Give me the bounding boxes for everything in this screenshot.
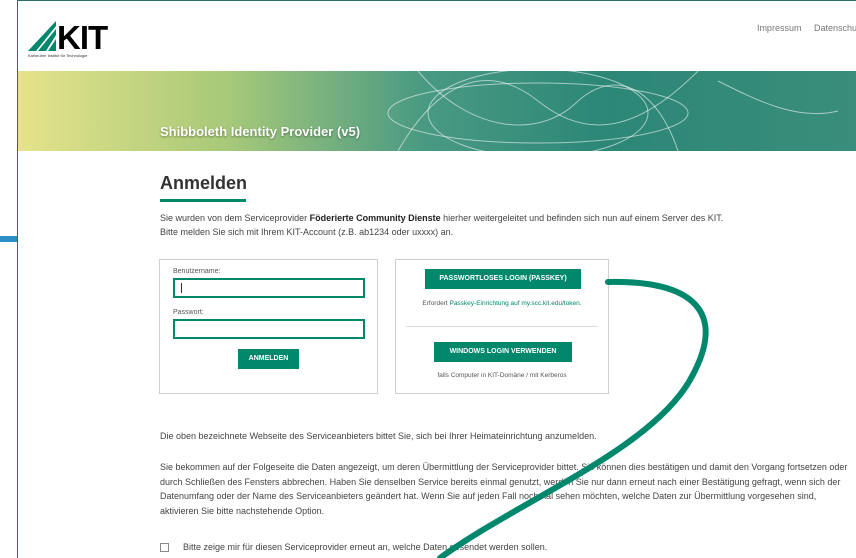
top-links: Impressum Datenschutz: [747, 23, 856, 33]
info-paragraph-1: Die oben bezeichnete Webseite des Servic…: [160, 431, 597, 441]
kit-logo[interactable]: KIT Karlsruher Institut für Technologie: [28, 15, 138, 59]
intro-prefix: Sie wurden von dem Serviceprovider: [160, 213, 310, 223]
banner: Shibboleth Identity Provider (v5): [18, 71, 856, 151]
username-label: Benutzername:: [173, 268, 221, 275]
info-paragraph-2: Sie bekommen auf der Folgeseite die Date…: [160, 462, 848, 516]
alternative-login: PASSWORTLOSES LOGIN (PASSKEY) Erfordert …: [395, 259, 609, 394]
passkey-note-suffix: .: [579, 300, 582, 307]
banner-title: Shibboleth Identity Provider (v5): [160, 124, 361, 139]
windows-login-button[interactable]: WINDOWS LOGIN VERWENDEN: [434, 342, 572, 362]
intro-suffix: hierher weitergeleitet und befinden sich…: [440, 213, 724, 223]
banner-ornament-icon: [387, 71, 839, 151]
consent-checkbox[interactable]: [160, 543, 169, 553]
passkey-note: Erfordert Passkey-Einrichtung auf my.scc…: [396, 300, 608, 307]
password-field[interactable]: [173, 319, 365, 339]
passkey-setup-link[interactable]: Passkey-Einrichtung auf my.scc.kit.edu/t…: [449, 300, 579, 307]
login-form: Benutzername: Passwort: ANMELDEN: [159, 259, 378, 394]
logo-text: KIT: [57, 19, 108, 56]
title-underline: [160, 199, 246, 202]
windows-note: falls Computer in KIT-Domäne / mit Kerbe…: [437, 372, 567, 379]
intro-line2: Bitte melden Sie sich mit Ihrem KIT-Acco…: [160, 227, 454, 237]
consent-option-label: Bitte zeige mir für diesen Serviceprovid…: [183, 542, 548, 552]
username-field[interactable]: [173, 278, 365, 298]
password-label: Passwort:: [173, 309, 204, 316]
consent-option: Bitte zeige mir für diesen Serviceprovid…: [160, 542, 548, 553]
text-cursor: [181, 283, 182, 293]
passkey-login-button[interactable]: PASSWORTLOSES LOGIN (PASSKEY): [425, 269, 581, 289]
page-title: Anmelden: [160, 173, 248, 193]
datenschutz-link[interactable]: Datenschutz: [814, 23, 856, 33]
page-header: KIT Karlsruher Institut für Technologie …: [18, 1, 856, 71]
logo-subtitle: Karlsruher Institut für Technologie: [28, 53, 88, 58]
kit-logo-mark-icon: [28, 21, 56, 51]
browser-page: KIT Karlsruher Institut für Technologie …: [17, 0, 856, 558]
passkey-note-prefix: Erfordert: [422, 300, 450, 307]
intro-text: Sie wurden von dem Serviceprovider Föder…: [160, 211, 850, 239]
divider: [406, 326, 598, 327]
impressum-link[interactable]: Impressum: [757, 23, 802, 33]
service-provider-name: Föderierte Community Dienste: [309, 213, 441, 223]
login-button[interactable]: ANMELDEN: [238, 349, 299, 369]
